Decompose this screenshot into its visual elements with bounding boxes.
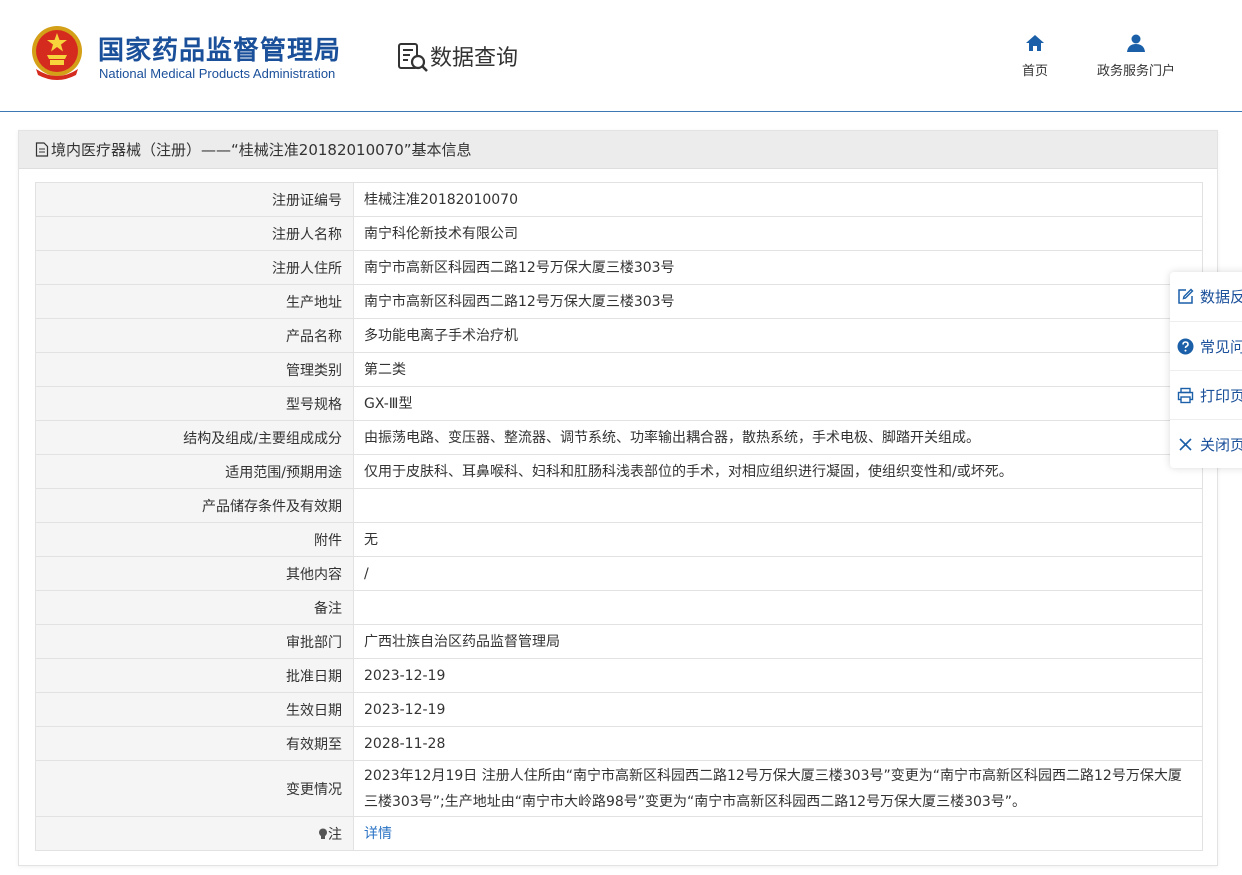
table-row: 注册人住所 南宁市高新区科园西二路12号万保大厦三楼303号 (35, 250, 1203, 285)
national-emblem-icon (32, 26, 82, 80)
row-label: 变更情况 (35, 760, 354, 817)
row-value (353, 488, 1203, 523)
row-label: 其他内容 (35, 556, 354, 591)
row-label: 有效期至 (35, 726, 354, 761)
panel-title: 境内医疗器械（注册）——“桂械注准20182010070”基本信息 (51, 141, 472, 159)
row-label: 结构及组成/主要组成成分 (35, 420, 354, 455)
row-value: 2028-11-28 (353, 726, 1203, 761)
row-label: 注册人名称 (35, 216, 354, 251)
nav-home-label: 首页 (1021, 64, 1048, 79)
row-value: 桂械注准20182010070 (353, 182, 1203, 217)
feedback-label: 数据反馈 (1200, 288, 1242, 306)
floating-toolbar: 数据反馈 常见问题 打印页面 关闭页面 (1170, 272, 1242, 468)
row-label: 生效日期 (35, 692, 354, 727)
device-info-table: 注册证编号 桂械注准20182010070 注册人名称 南宁科伦新技术有限公司 注册… (35, 182, 1203, 851)
row-value: 南宁市高新区科园西二路12号万保大厦三楼303号 (353, 250, 1203, 285)
row-label: 型号规格 (35, 386, 354, 421)
table-row: 变更情况 2023年12月19日 注册人住所由“南宁市高新区科园西二路12号万保大… (35, 760, 1203, 817)
row-label: 批准日期 (35, 658, 354, 693)
lightbulb-icon (319, 828, 327, 839)
table-row: 有效期至 2028-11-28 (35, 726, 1203, 761)
row-label: 产品储存条件及有效期 (35, 488, 354, 523)
row-label: 适用范围/预期用途 (35, 454, 354, 489)
table-row: 型号规格 GX-Ⅲ型 (35, 386, 1203, 421)
close-icon (1179, 437, 1192, 451)
table-row: 生产地址 南宁市高新区科园西二路12号万保大厦三楼303号 (35, 284, 1203, 319)
row-label: 附件 (35, 522, 354, 557)
document-icon (35, 142, 49, 157)
note-value-cell: 详情 (353, 816, 1203, 851)
row-label: 注册证编号 (35, 182, 354, 217)
nav-portal-label: 政务服务门户 (1096, 64, 1175, 79)
row-value: 南宁市高新区科园西二路12号万保大厦三楼303号 (353, 284, 1203, 319)
row-value: 南宁科伦新技术有限公司 (353, 216, 1203, 251)
details-link[interactable]: 详情 (364, 826, 392, 842)
row-value: 由振荡电路、变压器、整流器、调节系统、功率输出耦合器，散热系统，手术电极、脚踏开… (353, 420, 1203, 455)
row-value: 2023年12月19日 注册人住所由“南宁市高新区科园西二路12号万保大厦三楼3… (353, 760, 1203, 817)
row-value: 广西壮族自治区药品监督管理局 (353, 624, 1203, 659)
table-row: 审批部门 广西壮族自治区药品监督管理局 (35, 624, 1203, 659)
device-info-panel: 境内医疗器械（注册）——“桂械注准20182010070”基本信息 注册证编号桂… (18, 130, 1218, 866)
table-row: 生效日期 2023-12-19 (35, 692, 1203, 727)
table-row: 附件无 (35, 522, 1203, 557)
print-label: 打印页面 (1200, 386, 1242, 405)
site-subtitle: National Medical Products Administration (99, 66, 336, 81)
question-icon (1177, 338, 1194, 354)
feedback-button[interactable]: 数据反馈 (1170, 272, 1242, 321)
print-button[interactable]: 打印页面 (1170, 370, 1242, 419)
row-value: 无 (353, 522, 1203, 557)
row-value: GX-Ⅲ型 (353, 386, 1203, 421)
row-value: / (353, 556, 1203, 591)
table-row: 其他内容 / (35, 556, 1203, 591)
row-label: 产品名称 (35, 318, 354, 353)
note-label: 注 (328, 826, 342, 843)
table-row: 注册人名称 南宁科伦新技术有限公司 (35, 216, 1203, 251)
table-row: 结构及组成/主要组成成分 由振荡电路、变压器、整流器、调节系统、功率输出耦合器，散… (35, 420, 1203, 455)
table-row: 备注 (35, 590, 1203, 625)
row-value: 2023-12-19 (353, 658, 1203, 693)
close-page-button[interactable]: 关闭页面 (1170, 419, 1242, 468)
row-label: 备注 (35, 590, 354, 625)
row-value (353, 590, 1203, 625)
site-title: 国家药品监督管理局 (98, 36, 342, 66)
row-value: 仅用于皮肤科、耳鼻喉科、妇科和肛肠科浅表部位的手术，对相应组织进行凝固，使组织变… (353, 454, 1203, 489)
close-page-label: 关闭页面 (1200, 435, 1242, 454)
note-row: 注 详情 (35, 816, 1203, 851)
table-row: 产品储存条件及有效期 (35, 488, 1203, 523)
site-header: 国家药品监督管理局 National Medical Products Admi… (0, 0, 1242, 112)
row-label: 管理类别 (35, 352, 354, 387)
panel-header: 境内医疗器械（注册）——“桂械注准20182010070”基本信息 (19, 131, 1217, 169)
home-icon (1026, 35, 1044, 51)
row-value: 多功能电离子手术治疗机 (353, 318, 1203, 353)
faq-button[interactable]: 常见问题 (1170, 321, 1242, 370)
nav-service-portal-link[interactable]: 政务服务门户 (1086, 34, 1186, 79)
row-label: 注册人住所 (35, 250, 354, 285)
row-value: 第二类 (353, 352, 1203, 387)
edit-icon (1178, 288, 1194, 304)
user-icon (1127, 34, 1145, 52)
table-row: 批准日期 2023-12-19 (35, 658, 1203, 693)
table-row: 适用范围/预期用途 仅用于皮肤科、耳鼻喉科、妇科和肛肠科浅表部位的手术，对相应组织… (35, 454, 1203, 489)
row-label: 审批部门 (35, 624, 354, 659)
data-search-icon (398, 43, 428, 72)
table-row: 管理类别 第二类 (35, 352, 1203, 387)
nav-home-link[interactable]: 首页 (1012, 34, 1058, 79)
table-row: 产品名称 多功能电离子手术治疗机 (35, 318, 1203, 353)
printer-icon (1177, 387, 1194, 403)
faq-label: 常见问题 (1200, 337, 1242, 356)
row-label: 生产地址 (35, 284, 354, 319)
note-label-cell: 注 (35, 816, 354, 851)
section-label: 数据查询 (430, 46, 519, 71)
row-value: 2023-12-19 (353, 692, 1203, 727)
table-row: 注册证编号 桂械注准20182010070 (35, 182, 1203, 217)
